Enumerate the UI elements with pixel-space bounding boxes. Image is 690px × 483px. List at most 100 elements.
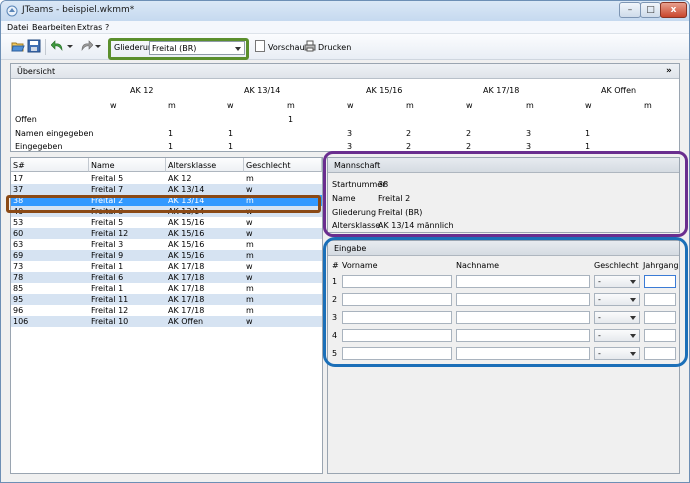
eingabe-highlight (323, 237, 688, 367)
menu-extras[interactable]: Extras (77, 23, 102, 32)
maximize-button[interactable]: □ (640, 2, 661, 18)
table-row[interactable]: 85 Freital 1 AK 17/18 m (11, 283, 322, 294)
column-header-altersklasse[interactable]: Altersklasse (166, 158, 244, 172)
table-cell: Freital 9 (91, 251, 124, 260)
table-cell: 53 (13, 218, 24, 227)
table-cell: Freital 5 (91, 218, 124, 227)
table-cell: AK 17/18 (168, 273, 205, 282)
undo-dropdown-icon[interactable] (66, 39, 74, 53)
table-cell: AK 12 (168, 174, 192, 183)
table-row[interactable]: 63 Freital 3 AK 15/16 m (11, 239, 322, 250)
column-header-snr[interactable]: S# (11, 158, 89, 172)
table-cell: 95 (13, 295, 24, 304)
gender-header: m (644, 101, 652, 110)
table-cell: AK 15/16 (168, 251, 205, 260)
table-cell: Freital 1 (91, 284, 124, 293)
table-cell: 69 (13, 251, 24, 260)
drucken-button[interactable]: Drucken (318, 43, 351, 52)
table-cell: m (246, 251, 254, 260)
overview-cell: 1 (288, 115, 294, 124)
table-row[interactable]: 17 Freital 5 AK 12 m (11, 173, 322, 184)
overview-header: Übersicht » (11, 64, 679, 79)
gender-header: w (110, 101, 117, 110)
overview-cell: 3 (347, 142, 353, 151)
table-cell: 63 (13, 240, 24, 249)
overview-cell: 1 (585, 142, 591, 151)
gender-header: m (526, 101, 534, 110)
vorschau-button[interactable]: Vorschau (268, 43, 305, 52)
group-header: AK 17/18 (483, 86, 520, 95)
overview-row-label: Namen eingegeben (15, 129, 94, 138)
overview-cell: 2 (466, 142, 472, 151)
column-header-name[interactable]: Name (89, 158, 166, 172)
table-cell: AK 15/16 (168, 240, 205, 249)
table-row[interactable]: 78 Freital 6 AK 17/18 w (11, 272, 322, 283)
table-row[interactable]: 73 Freital 1 AK 17/18 w (11, 261, 322, 272)
table-cell: m (246, 174, 254, 183)
table-row[interactable]: 106 Freital 10 AK Offen w (11, 316, 322, 327)
table-cell: w (246, 229, 253, 238)
minimize-button[interactable]: – (619, 2, 641, 18)
overview-cell: 1 (168, 129, 174, 138)
table-cell: Freital 1 (91, 262, 124, 271)
table-cell: Freital 5 (91, 174, 124, 183)
table-row[interactable]: 96 Freital 12 AK 17/18 m (11, 305, 322, 316)
preview-page-icon[interactable] (255, 40, 265, 52)
table-cell: AK 17/18 (168, 295, 205, 304)
gender-header: w (585, 101, 592, 110)
table-cell: AK Offen (168, 317, 204, 326)
toolbar-separator (45, 39, 46, 55)
column-header-geschlecht[interactable]: Geschlecht (244, 158, 322, 172)
overview-cell: 1 (168, 142, 174, 151)
group-header: AK Offen (601, 86, 637, 95)
group-header: AK 12 (130, 86, 154, 95)
group-header: AK 13/14 (244, 86, 281, 95)
table-cell: Freital 12 (91, 229, 129, 238)
close-button[interactable]: x (660, 2, 687, 18)
table-cell: 96 (13, 306, 24, 315)
table-cell: Freital 7 (91, 185, 124, 194)
overview-cell: 3 (526, 142, 532, 151)
gliederung-select[interactable]: Freital (BR) (149, 41, 245, 55)
table-cell: Freital 10 (91, 317, 129, 326)
gender-header: w (466, 101, 473, 110)
overview-cell: 2 (466, 129, 472, 138)
table-cell: w (246, 218, 253, 227)
table-cell: AK 13/14 (168, 185, 205, 194)
undo-icon[interactable] (51, 39, 65, 53)
table-cell: 106 (13, 317, 29, 326)
mannschaft-highlight (323, 151, 688, 237)
table-row[interactable]: 37 Freital 7 AK 13/14 w (11, 184, 322, 195)
group-header: AK 15/16 (366, 86, 403, 95)
gender-header: m (287, 101, 295, 110)
table-cell: AK 15/16 (168, 229, 205, 238)
overview-cell: 3 (347, 129, 353, 138)
printer-icon[interactable] (304, 40, 316, 52)
menu-datei[interactable]: Datei (7, 23, 28, 32)
overview-row-label: Offen (15, 115, 37, 124)
selected-row-highlight (6, 195, 321, 213)
overview-title: Übersicht (17, 67, 56, 76)
menu-bearbeiten[interactable]: Bearbeiten (32, 23, 76, 32)
open-folder-icon[interactable] (11, 39, 25, 53)
overview-cell: 3 (526, 129, 532, 138)
table-cell: Freital 11 (91, 295, 129, 304)
table-row[interactable]: 69 Freital 9 AK 15/16 m (11, 250, 322, 261)
table-row[interactable]: 95 Freital 11 AK 17/18 m (11, 294, 322, 305)
overview-row-label: Eingegeben (15, 142, 63, 151)
table-row[interactable]: 60 Freital 12 AK 15/16 w (11, 228, 322, 239)
menu-help[interactable]: ? (105, 23, 109, 32)
redo-icon[interactable] (79, 39, 93, 53)
table-cell: m (246, 295, 254, 304)
table-cell: w (246, 273, 253, 282)
gliederung-value: Freital (BR) (152, 44, 197, 53)
save-disk-icon[interactable] (27, 39, 41, 53)
table-cell: w (246, 262, 253, 271)
menu-bar: Datei Bearbeiten Extras ? (1, 21, 689, 34)
overview-cell: 2 (406, 142, 412, 151)
table-row[interactable]: 53 Freital 5 AK 15/16 w (11, 217, 322, 228)
collapse-icon[interactable]: » (666, 66, 672, 76)
redo-dropdown-icon[interactable] (94, 39, 102, 53)
table-cell: 85 (13, 284, 24, 293)
table-cell: AK 17/18 (168, 262, 205, 271)
